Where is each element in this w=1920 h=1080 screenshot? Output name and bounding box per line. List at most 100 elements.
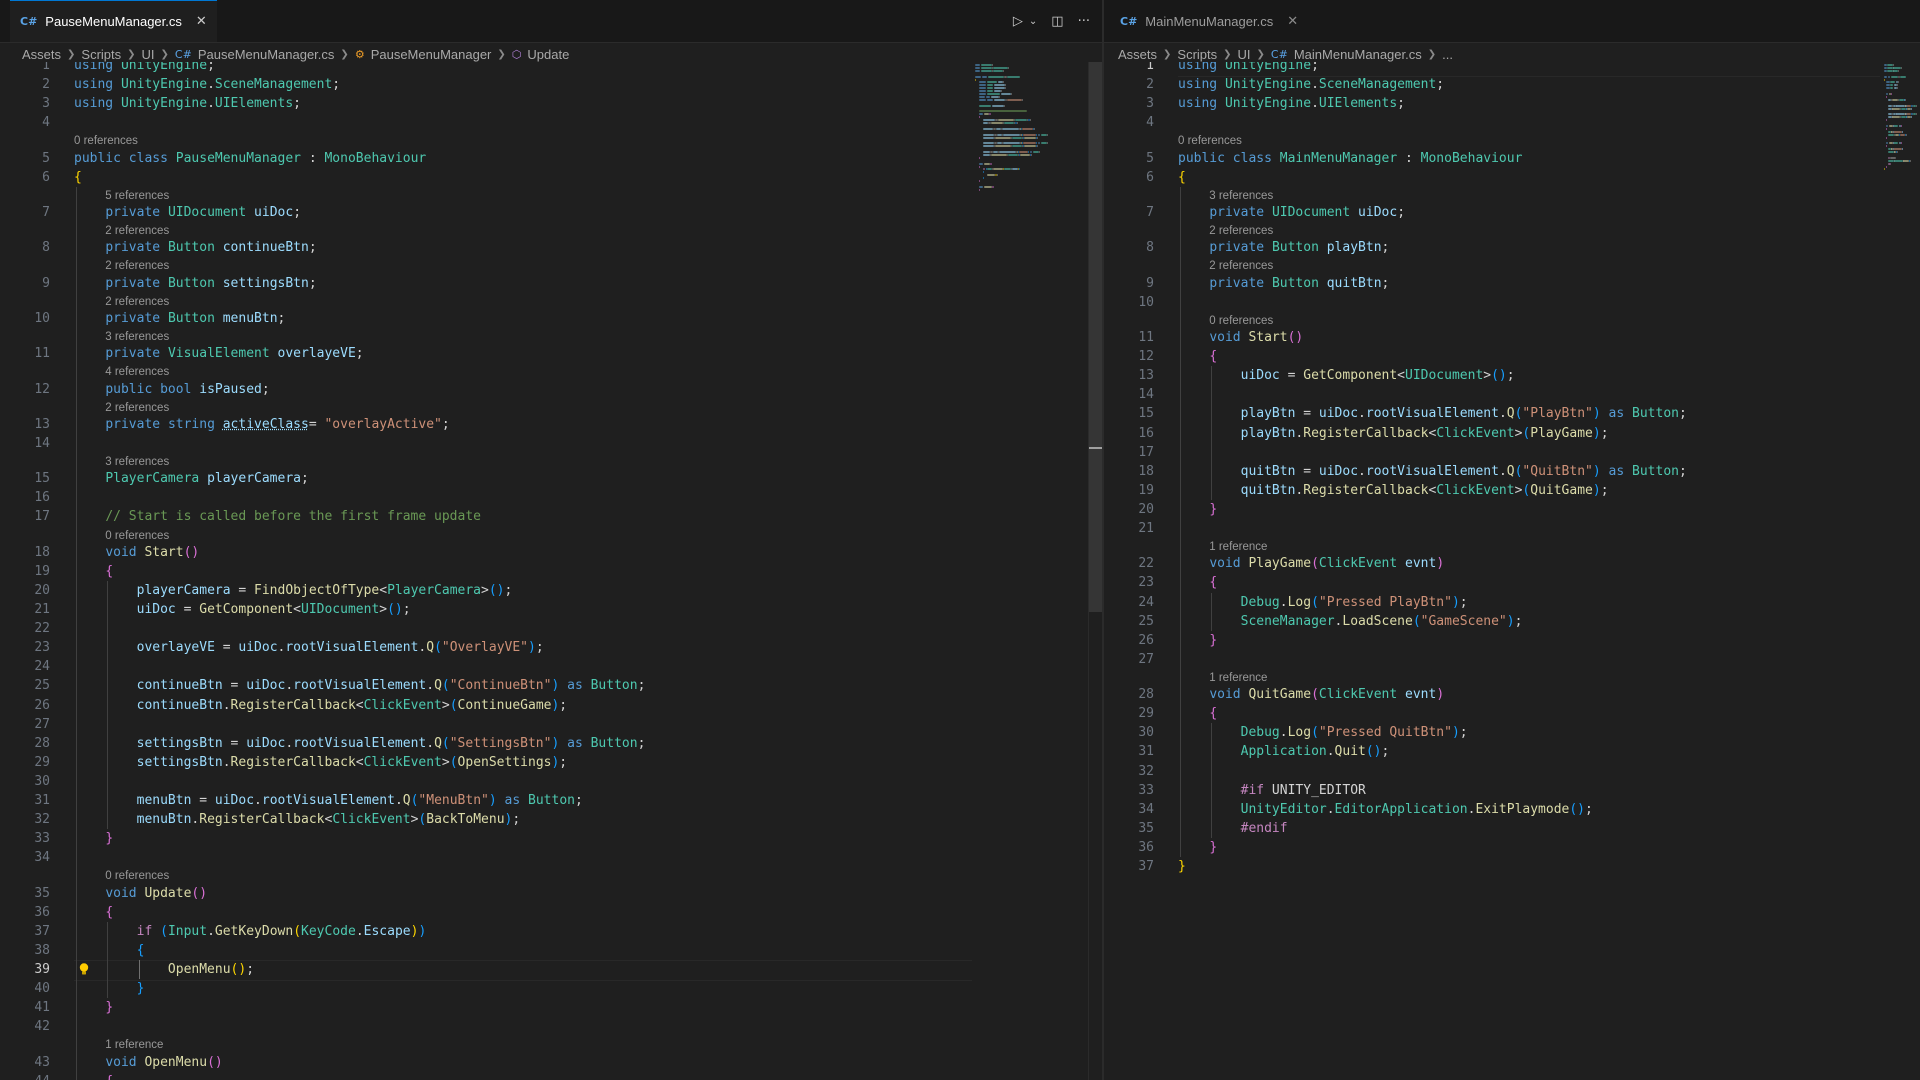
code-line[interactable]: } [74, 998, 113, 1017]
tab-mainmenumanager[interactable]: C# MainMenuManager.cs ✕ [1110, 0, 1308, 42]
code-line[interactable]: void Update() [74, 884, 207, 903]
code-line[interactable]: #endif [1178, 819, 1288, 838]
code-line[interactable]: private string activeClass= "overlayActi… [74, 415, 449, 434]
code-line[interactable]: private UIDocument uiDoc; [74, 203, 301, 222]
code-editor-left[interactable]: 1 2 3 4 5 6 7 8 9 10 11 12 13 14 15 16 17 18 19 20 21 22 23 24 2… [0, 62, 1102, 1080]
code-line[interactable]: { [74, 168, 82, 187]
code-line[interactable]: playBtn = uiDoc.rootVisualElement.Q("Pla… [1178, 404, 1687, 423]
code-line[interactable]: Application.Quit(); [1178, 742, 1390, 761]
code-line[interactable]: public class MainMenuManager : MonoBehav… [1178, 149, 1522, 168]
codelens-references[interactable]: 1 reference [1209, 670, 1267, 686]
code-line[interactable]: UnityEditor.EditorApplication.ExitPlaymo… [1178, 800, 1593, 819]
code-line[interactable]: settingsBtn = uiDoc.rootVisualElement.Q(… [74, 734, 646, 753]
codelens-references[interactable]: 2 references [1209, 258, 1273, 274]
code-line[interactable]: { [74, 562, 113, 581]
code-line[interactable]: private Button menuBtn; [74, 309, 285, 328]
codelens-references[interactable]: 3 references [1209, 188, 1273, 204]
codelens-references[interactable]: 3 references [105, 454, 169, 470]
code-line[interactable]: private VisualElement overlayeVE; [74, 344, 363, 363]
code-line[interactable]: } [1178, 631, 1217, 650]
code-line[interactable]: } [1178, 838, 1217, 857]
breadcrumb-item[interactable]: Assets [22, 47, 61, 62]
split-editor-icon[interactable]: ◫ [1051, 14, 1063, 29]
code-line[interactable]: private Button settingsBtn; [74, 274, 316, 293]
breadcrumb-item[interactable]: Scripts [81, 47, 121, 62]
code-line[interactable]: { [1178, 573, 1217, 592]
codelens-references[interactable]: 3 references [105, 329, 169, 345]
code-line[interactable]: private Button playBtn; [1178, 238, 1389, 257]
code-line[interactable]: void PlayGame(ClickEvent evnt) [1178, 554, 1444, 573]
code-line[interactable]: { [1178, 347, 1217, 366]
code-line[interactable]: using UnityEngine; [74, 62, 215, 75]
code-line[interactable]: private UIDocument uiDoc; [1178, 203, 1405, 222]
lightbulb-icon[interactable] [77, 962, 91, 976]
code-line[interactable]: void QuitGame(ClickEvent evnt) [1178, 685, 1444, 704]
code-line[interactable]: void OpenMenu() [74, 1053, 222, 1072]
chevron-down-icon[interactable]: ⌄ [1029, 16, 1037, 27]
code-area[interactable]: using UnityEngine; using UnityEngine.Scen… [1178, 62, 1920, 1080]
breadcrumb-item[interactable]: UI [142, 47, 155, 62]
code-line[interactable]: } [1178, 857, 1186, 876]
code-line[interactable]: quitBtn.RegisterCallback<ClickEvent>(Qui… [1178, 481, 1609, 500]
code-line[interactable]: overlayeVE = uiDoc.rootVisualElement.Q("… [74, 638, 544, 657]
code-line[interactable]: // Start is called before the first fram… [74, 507, 481, 526]
code-line[interactable]: if (Input.GetKeyDown(KeyCode.Escape)) [74, 922, 427, 941]
code-line[interactable]: } [74, 829, 113, 848]
codelens-references[interactable]: 2 references [105, 223, 169, 239]
code-line[interactable]: { [74, 1072, 113, 1080]
codelens-references[interactable]: 0 references [105, 868, 169, 884]
close-icon[interactable]: ✕ [196, 14, 207, 29]
code-line[interactable]: Debug.Log("Pressed PlayBtn"); [1178, 593, 1468, 612]
codelens-references[interactable]: 0 references [1209, 313, 1273, 329]
code-line[interactable]: continueBtn.RegisterCallback<ClickEvent>… [74, 696, 568, 715]
code-line[interactable]: { [74, 941, 145, 960]
scroll-thumb[interactable] [1089, 62, 1102, 612]
code-line[interactable]: private Button quitBtn; [1178, 274, 1389, 293]
codelens-references[interactable]: 2 references [105, 258, 169, 274]
code-line[interactable]: public class PauseMenuManager : MonoBeha… [74, 149, 426, 168]
code-line[interactable]: void Start() [1178, 328, 1303, 347]
code-line[interactable]: using UnityEngine.SceneManagement; [1178, 75, 1444, 94]
code-line[interactable]: Debug.Log("Pressed QuitBtn"); [1178, 723, 1468, 742]
code-line[interactable]: uiDoc = GetComponent<UIDocument>(); [1178, 366, 1515, 385]
code-line[interactable]: SceneManager.LoadScene("GameScene"); [1178, 612, 1523, 631]
vertical-scrollbar[interactable] [1088, 62, 1102, 1080]
code-line[interactable]: settingsBtn.RegisterCallback<ClickEvent>… [74, 753, 568, 772]
code-line[interactable]: } [1178, 500, 1217, 519]
codelens-references[interactable]: 5 references [105, 188, 169, 204]
code-line[interactable]: { [74, 903, 113, 922]
code-line[interactable]: quitBtn = uiDoc.rootVisualElement.Q("Qui… [1178, 462, 1687, 481]
code-line[interactable]: continueBtn = uiDoc.rootVisualElement.Q(… [74, 676, 646, 695]
breadcrumb-item[interactable]: Assets [1118, 47, 1157, 62]
code-line[interactable]: } [74, 979, 145, 998]
code-line[interactable]: playerCamera = FindObjectOfType<PlayerCa… [74, 581, 513, 600]
code-line[interactable]: menuBtn = uiDoc.rootVisualElement.Q("Men… [74, 791, 583, 810]
minimap[interactable] [1884, 62, 1920, 222]
code-line[interactable]: void Start() [74, 543, 199, 562]
codelens-references[interactable]: 4 references [105, 364, 169, 380]
codelens-references[interactable]: 1 reference [105, 1037, 163, 1053]
code-line[interactable]: public bool isPaused; [74, 380, 269, 399]
codelens-references[interactable]: 0 references [1178, 133, 1242, 149]
code-line[interactable]: { [1178, 168, 1186, 187]
run-icon[interactable]: ▷ [1013, 14, 1023, 29]
code-line[interactable]: { [1178, 704, 1217, 723]
breadcrumb-item[interactable]: MainMenuManager.cs [1294, 47, 1422, 62]
breadcrumb-item[interactable]: Update [527, 47, 569, 62]
code-line[interactable]: using UnityEngine; [1178, 62, 1319, 75]
minimap[interactable] [975, 62, 1053, 222]
breadcrumb-item[interactable]: PauseMenuManager.cs [198, 47, 335, 62]
codelens-references[interactable]: 1 reference [1209, 539, 1267, 555]
breadcrumb-item[interactable]: UI [1238, 47, 1251, 62]
codelens-references[interactable]: 0 references [105, 528, 169, 544]
codelens-references[interactable]: 2 references [105, 400, 169, 416]
breadcrumb-item[interactable]: PauseMenuManager [371, 47, 492, 62]
more-actions-icon[interactable]: ··· [1078, 14, 1090, 29]
codelens-references[interactable]: 0 references [74, 133, 138, 149]
code-line[interactable]: #if UNITY_EDITOR [1178, 781, 1366, 800]
code-line[interactable]: playBtn.RegisterCallback<ClickEvent>(Pla… [1178, 424, 1609, 443]
code-line[interactable]: using UnityEngine.SceneManagement; [74, 75, 340, 94]
codelens-references[interactable]: 2 references [1209, 223, 1273, 239]
code-area[interactable]: using UnityEngine; using UnityEngine.Scen… [74, 62, 1102, 1080]
code-line[interactable]: uiDoc = GetComponent<UIDocument>(); [74, 600, 411, 619]
